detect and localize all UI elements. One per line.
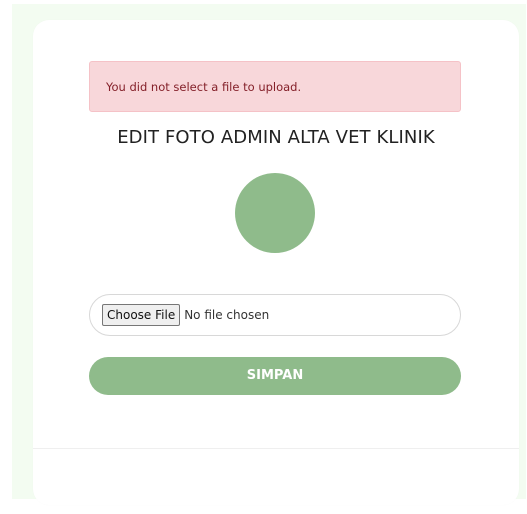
error-alert-message: You did not select a file to upload. [106,80,302,94]
card-divider [33,448,519,449]
page-title: EDIT FOTO ADMIN ALTA VET KLINIK [117,127,435,148]
edit-photo-card: You did not select a file to upload. EDI… [33,20,519,505]
error-alert: You did not select a file to upload. [89,61,461,112]
save-button[interactable]: SIMPAN [89,357,461,395]
choose-file-button[interactable]: Choose File [102,304,181,326]
file-upload-field[interactable]: Choose File No file chosen [89,294,461,336]
avatar [235,173,315,253]
file-status-text: No file chosen [184,308,270,322]
